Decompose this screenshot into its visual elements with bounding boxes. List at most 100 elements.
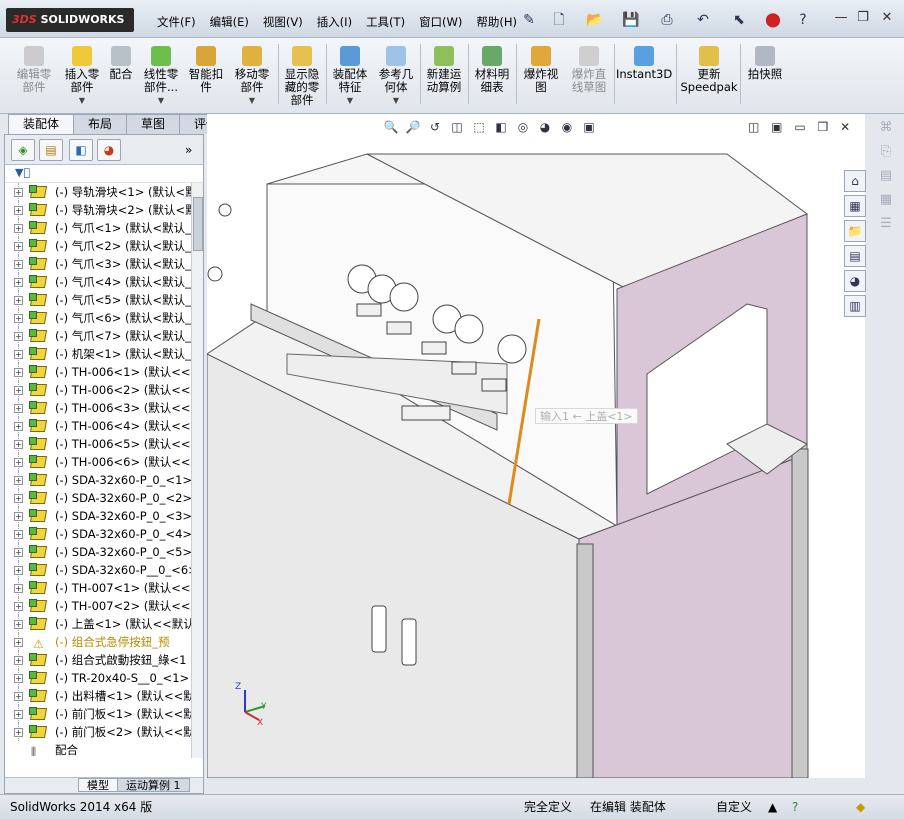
tree-node[interactable]: + (-) SDA-32x60-P_0_<1>	[5, 471, 191, 489]
custom-properties-icon[interactable]: ▥	[844, 295, 866, 317]
linear-pattern-button[interactable]: 线性零 部件... ▼	[138, 40, 184, 110]
move-component-button[interactable]: 移动零 部件 ▼	[230, 40, 274, 110]
tree-vertical-scrollbar[interactable]	[191, 183, 203, 758]
design-library-icon[interactable]: ▦	[844, 195, 866, 217]
edit-appearance-icon[interactable]: ◕	[536, 118, 554, 136]
tree-node-warning[interactable]: + ⚠ (-) 组合式急停按鈕_预	[5, 633, 191, 651]
chevron-down-icon[interactable]: ▼	[58, 94, 106, 107]
chevron-down-icon[interactable]: ▼	[138, 94, 184, 107]
file-explorer-icon[interactable]: 📁	[844, 220, 866, 242]
chevron-down-icon[interactable]: ▼	[374, 94, 418, 107]
appearances-icon[interactable]: ◕	[844, 270, 866, 292]
tab-assembly[interactable]: 装配体	[8, 114, 75, 134]
select-pointer-icon[interactable]: ⬉	[728, 10, 750, 30]
tree-node-mates[interactable]: ⫴ 配合	[5, 741, 191, 758]
layers-icon[interactable]: ☰	[877, 216, 895, 234]
help-status-icon[interactable]: ?	[792, 795, 798, 819]
display-style-icon[interactable]: ◧	[492, 118, 510, 136]
tree-node[interactable]: + (-) SDA-32x60-P_0_<4>	[5, 525, 191, 543]
tree-node[interactable]: + (-) 气爪<6> (默认<默认_	[5, 309, 191, 327]
close-button[interactable]: ✕	[876, 8, 898, 28]
tree-node[interactable]: + (-) SDA-32x60-P_0_<5>	[5, 543, 191, 561]
library-icon[interactable]: ▤	[877, 168, 895, 186]
mate-button[interactable]: 配合	[106, 40, 136, 110]
new-motion-study-button[interactable]: 新建运 动算例	[422, 40, 466, 110]
zoom-to-fit-icon[interactable]: 🔍	[382, 118, 400, 136]
bill-of-materials-button[interactable]: 材料明 细表	[470, 40, 514, 110]
tab-model[interactable]: 模型	[78, 778, 118, 792]
notification-icon[interactable]: ◆	[856, 795, 865, 819]
tree-node[interactable]: + (-) 气爪<7> (默认<默认_	[5, 327, 191, 345]
tree-node[interactable]: + (-) 组合式啟動按鈕_綠<1	[5, 651, 191, 669]
viewport-close-icon[interactable]: ✕	[840, 120, 850, 134]
help-icon[interactable]: ?	[792, 10, 814, 30]
menu-insert[interactable]: 插入(I)	[310, 12, 359, 32]
instant3d-button[interactable]: Instant3D	[616, 40, 672, 110]
grid-icon[interactable]: ▦	[877, 192, 895, 210]
tree-node[interactable]: + (-) TH-006<6> (默认<<默	[5, 453, 191, 471]
previous-view-icon[interactable]: ↺	[426, 118, 444, 136]
minimize-button[interactable]: —	[830, 8, 852, 28]
menu-edit[interactable]: 编辑(E)	[203, 12, 256, 32]
smart-fasteners-button[interactable]: 智能扣 件	[186, 40, 226, 110]
tree-node[interactable]: + (-) 前门板<1> (默认<<默	[5, 705, 191, 723]
undo-icon[interactable]: ↶	[692, 10, 714, 30]
restore-button[interactable]: ❐	[852, 8, 874, 28]
tree-node[interactable]: + (-) TH-006<2> (默认<<默	[5, 381, 191, 399]
chevron-down-icon[interactable]: ▼	[230, 94, 274, 107]
filter-icon[interactable]: ▼⃥	[15, 166, 30, 179]
tree-node[interactable]: + (-) 出料槽<1> (默认<<默	[5, 687, 191, 705]
explode-line-sketch-button[interactable]: 爆炸直 线草图	[566, 40, 612, 110]
view-orientation-icon[interactable]: ⬚	[470, 118, 488, 136]
tree-node[interactable]: + (-) 气爪<1> (默认<默认_	[5, 219, 191, 237]
apply-scene-icon[interactable]: ◉	[558, 118, 576, 136]
view-palette-icon[interactable]: ▤	[844, 245, 866, 267]
tree-node[interactable]: + (-) TR-20x40-S__0_<1> (	[5, 669, 191, 687]
insert-component-button[interactable]: 插入零 部件 ▼	[58, 40, 106, 110]
tree-node[interactable]: + (-) 机架<1> (默认<默认_	[5, 345, 191, 363]
configuration-manager-tab-icon[interactable]: ◧	[69, 139, 93, 161]
tree-node[interactable]: + (-) TH-007<1> (默认<<默	[5, 579, 191, 597]
update-speedpak-button[interactable]: 更新 Speedpak	[680, 40, 738, 110]
resources-icon[interactable]: ⌘	[877, 120, 895, 138]
rebuild-traffic-light-icon[interactable]: ⬤	[762, 10, 784, 30]
save-icon[interactable]: 💾	[620, 10, 642, 30]
view-settings-icon[interactable]: ▣	[580, 118, 598, 136]
graphics-viewport[interactable]: 🔍 🔎 ↺ ◫ ⬚ ◧ ◎ ◕ ◉ ▣ ◫ ▣ ▭ ❐ ✕ 输入1 ← 上盖<1…	[207, 114, 865, 778]
assembly-features-button[interactable]: 装配体 特征 ▼	[328, 40, 372, 110]
status-units[interactable]: 自定义	[716, 795, 752, 819]
tab-layout[interactable]: 布局	[73, 114, 128, 134]
tree-node[interactable]: + (-) 导轨滑块<1> (默认<默	[5, 183, 191, 201]
menu-file[interactable]: 文件(F)	[150, 12, 203, 32]
property-manager-tab-icon[interactable]: ▤	[39, 139, 63, 161]
tab-motion-study-1[interactable]: 运动算例 1	[117, 778, 190, 792]
open-folder-icon[interactable]: 📂	[584, 10, 606, 30]
solidworks-logo[interactable]: 3DS SOLIDWORKS	[6, 8, 134, 32]
reference-geometry-button[interactable]: 参考几 何体 ▼	[374, 40, 418, 110]
tree-node[interactable]: + (-) 气爪<3> (默认<默认_	[5, 255, 191, 273]
menu-tools[interactable]: 工具(T)	[359, 12, 412, 32]
forum-icon[interactable]: ⎘	[877, 144, 895, 162]
show-hidden-components-button[interactable]: 显示隐 藏的零 部件	[280, 40, 324, 110]
tree-node[interactable]: + (-) TH-006<4> (默认<<默	[5, 417, 191, 435]
scrollbar-thumb[interactable]	[193, 197, 203, 251]
chevron-down-icon[interactable]: ▼	[328, 94, 372, 107]
feature-tree-tab-icon[interactable]: ◈	[11, 139, 35, 161]
tree-node[interactable]: + (-) SDA-32x60-P__0_<6>	[5, 561, 191, 579]
viewport-restore-icon[interactable]: ❐	[818, 120, 829, 134]
exploded-view-button[interactable]: 爆炸视 图	[518, 40, 564, 110]
tree-node[interactable]: + (-) SDA-32x60-P_0_<2>	[5, 489, 191, 507]
tree-node[interactable]: + (-) 导轨滑块<2> (默认<默	[5, 201, 191, 219]
viewport-minimize-icon[interactable]: ▭	[794, 120, 805, 134]
menu-help[interactable]: 帮助(H)	[469, 12, 524, 32]
tree-node[interactable]: + (-) TH-006<3> (默认<<默	[5, 399, 191, 417]
pin-icon[interactable]: ✎	[518, 10, 540, 30]
tree-node[interactable]: + (-) 气爪<4> (默认<默认_	[5, 273, 191, 291]
expand-panel-icon[interactable]: »	[185, 143, 192, 157]
menu-window[interactable]: 窗口(W)	[412, 12, 469, 32]
tree-node[interactable]: + (-) 前门板<2> (默认<<默	[5, 723, 191, 741]
zoom-to-area-icon[interactable]: 🔎	[404, 118, 422, 136]
tree-node[interactable]: + (-) 气爪<2> (默认<默认_	[5, 237, 191, 255]
section-view-icon[interactable]: ◫	[448, 118, 466, 136]
print-icon[interactable]: ⎙	[656, 10, 678, 30]
